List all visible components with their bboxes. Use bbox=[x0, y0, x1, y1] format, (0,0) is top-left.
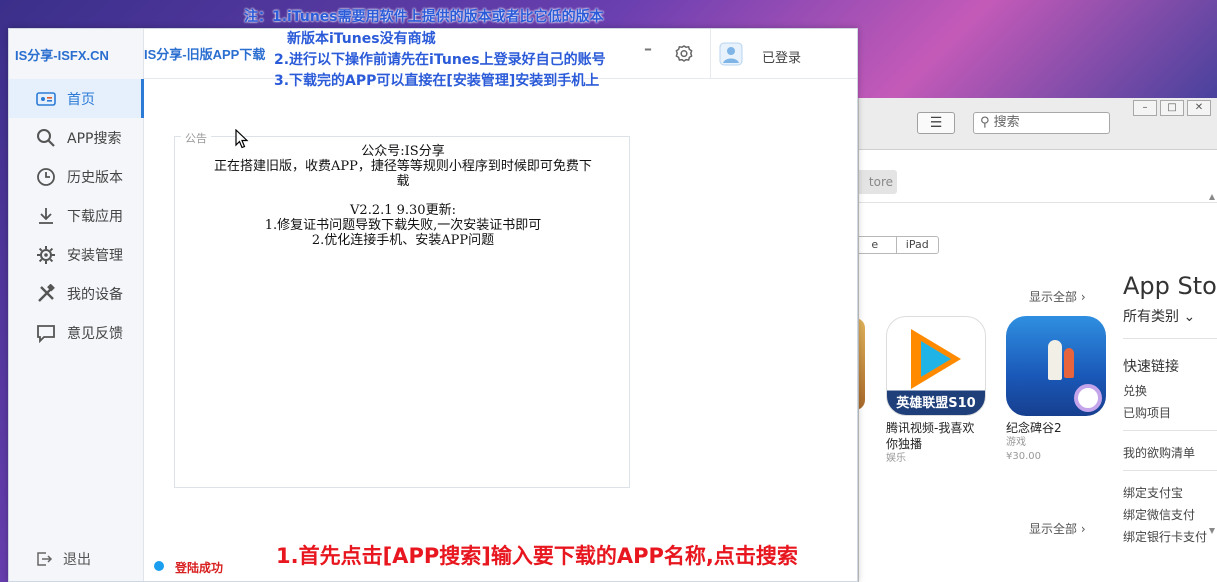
divider bbox=[1123, 338, 1217, 339]
itunes-window: – □ ✕ ☰ ⚲ 搜索 tore e iPad 显示全部 › 英雄联盟S10 … bbox=[858, 98, 1217, 582]
sidebar-item-label: 下载应用 bbox=[67, 208, 123, 225]
redeem-link[interactable]: 兑换 bbox=[1123, 382, 1147, 399]
wishlist-link[interactable]: 我的欲购清单 bbox=[1123, 444, 1195, 461]
divider bbox=[859, 202, 1217, 203]
notice-line: 载 bbox=[396, 174, 410, 189]
divider bbox=[710, 29, 711, 79]
list-view-icon[interactable]: ☰ bbox=[917, 112, 955, 134]
settings-gear-icon[interactable] bbox=[674, 44, 694, 64]
logout-icon bbox=[37, 552, 53, 566]
install-gear-icon bbox=[35, 244, 57, 266]
annotation-line-2: 新版本iTunes没有商城 bbox=[287, 31, 436, 47]
status-text: 登陆成功 bbox=[175, 561, 224, 575]
sidebar-item-label: APP搜索 bbox=[67, 130, 122, 147]
app-card-monument-valley-2[interactable]: 纪念碑谷2 游戏 ¥30.00 bbox=[1006, 316, 1106, 464]
app-card-tencent-video[interactable]: 英雄联盟S10 腾讯视频-我喜欢你独播 娱乐 bbox=[886, 316, 986, 466]
sidebar-item-app-search[interactable]: APP搜索 bbox=[9, 118, 144, 157]
sidebar-item-label: 历史版本 bbox=[67, 169, 123, 186]
scrollbar[interactable] bbox=[1209, 194, 1215, 534]
logout-label: 退出 bbox=[63, 552, 91, 568]
sidebar-item-label: 安装管理 bbox=[67, 247, 123, 264]
search-icon: ⚲ bbox=[980, 115, 994, 130]
notice-line: 2.优化连接手机、安装APP问题 bbox=[311, 233, 495, 248]
brand-logo-text: IS分享-ISFX.CN bbox=[15, 48, 109, 63]
divider bbox=[1123, 470, 1217, 471]
logout-button[interactable]: 退出 bbox=[35, 549, 91, 569]
bank-card-link[interactable]: 绑定银行卡支付 bbox=[1123, 528, 1207, 545]
mouse-cursor-icon bbox=[235, 129, 249, 149]
app-price: ¥30.00 bbox=[1006, 451, 1041, 462]
segment-iphone[interactable]: e bbox=[859, 237, 896, 253]
itunes-window-controls: – □ ✕ bbox=[1133, 100, 1211, 116]
download-icon bbox=[35, 205, 57, 227]
home-icon bbox=[35, 88, 57, 110]
sidebar-item-history[interactable]: 历史版本 bbox=[9, 157, 144, 196]
app-category: 游戏 bbox=[1006, 437, 1026, 448]
sidebar-item-label: 意见反馈 bbox=[67, 325, 123, 342]
annotation-line-3: 2.进行以下操作前请先在iTunes上登录好自己的账号 bbox=[274, 52, 606, 68]
sidebar-item-label: 首页 bbox=[67, 91, 95, 108]
quick-links-heading: 快速链接 bbox=[1123, 359, 1179, 375]
status-indicator-dot bbox=[154, 561, 164, 571]
annotation-line-1: 注：1.iTunes需要用软件上提供的版本或者比它低的版本 bbox=[244, 9, 604, 25]
sidebar-item-home[interactable]: 首页 bbox=[9, 79, 144, 118]
search-placeholder: 搜索 bbox=[993, 115, 1020, 130]
app-name[interactable]: 纪念碑谷2 bbox=[1006, 420, 1106, 436]
clock-icon bbox=[35, 166, 57, 188]
notice-line: 1.修复证书问题导致下载失败,一次安装证书即可 bbox=[264, 218, 542, 233]
minimize-button[interactable]: – bbox=[644, 39, 652, 58]
show-all-link[interactable]: 显示全部 › bbox=[1029, 288, 1086, 305]
annotation-line-4: 3.下载完的APP可以直接在[安装管理]安装到手机上 bbox=[274, 73, 600, 89]
partial-app-icon[interactable] bbox=[859, 318, 865, 410]
itunes-close-button[interactable]: ✕ bbox=[1187, 100, 1211, 116]
sidebar-item-label: 我的设备 bbox=[67, 286, 123, 303]
itunes-store-tab[interactable]: tore bbox=[859, 170, 897, 194]
show-all-link[interactable]: 显示全部 › bbox=[1029, 520, 1086, 537]
itunes-search-input[interactable]: ⚲ 搜索 bbox=[973, 112, 1110, 134]
tencent-video-icon[interactable]: 英雄联盟S10 bbox=[886, 316, 986, 416]
tool-window: IS分享-ISFX.CN 首页 APP搜索 历史版本 下载应用 安装管理 我的设… bbox=[8, 28, 858, 582]
user-status-label[interactable]: 已登录 bbox=[762, 47, 801, 66]
tools-icon bbox=[35, 283, 57, 305]
app-title: IS分享-旧版APP下载 bbox=[144, 47, 266, 62]
itunes-maximize-button[interactable]: □ bbox=[1160, 100, 1184, 116]
notice-content: 公众号:IS分享 正在搭建旧版，收费APP，捷径等等规则小程序到时候即可免费下 … bbox=[183, 144, 623, 248]
alipay-link[interactable]: 绑定支付宝 bbox=[1123, 484, 1183, 501]
segment-ipad[interactable]: iPad bbox=[895, 237, 939, 253]
app-name[interactable]: 腾讯视频-我喜欢你独播 bbox=[886, 420, 986, 452]
app-store-title: App Sto bbox=[1123, 272, 1217, 300]
itunes-toolbar: – □ ✕ ☰ ⚲ 搜索 bbox=[859, 98, 1217, 150]
category-dropdown[interactable]: 所有类别 ⌄ bbox=[1123, 306, 1195, 326]
notice-panel: 公告 公众号:IS分享 正在搭建旧版，收费APP，捷径等等规则小程序到时候即可免… bbox=[174, 130, 630, 488]
sidebar-item-feedback[interactable]: 意见反馈 bbox=[9, 313, 144, 352]
notice-line: 公众号:IS分享 bbox=[361, 144, 445, 159]
sidebar: IS分享-ISFX.CN 首页 APP搜索 历史版本 下载应用 安装管理 我的设… bbox=[9, 29, 144, 581]
itunes-minimize-button[interactable]: – bbox=[1133, 100, 1157, 116]
divider bbox=[1123, 430, 1217, 431]
search-icon bbox=[35, 127, 57, 149]
sidebar-item-my-device[interactable]: 我的设备 bbox=[9, 274, 144, 313]
app-category: 娱乐 bbox=[886, 453, 906, 464]
wechat-pay-link[interactable]: 绑定微信支付 bbox=[1123, 506, 1195, 523]
notice-line: V2.2.1 9.30更新: bbox=[350, 203, 456, 218]
feedback-icon bbox=[35, 322, 57, 344]
sidebar-nav: 首页 APP搜索 历史版本 下载应用 安装管理 我的设备 意见反馈 bbox=[9, 79, 144, 352]
monument-valley-icon[interactable] bbox=[1006, 316, 1106, 416]
device-segment[interactable]: e iPad bbox=[859, 236, 939, 254]
purchased-link[interactable]: 已购项目 bbox=[1123, 404, 1171, 421]
avatar[interactable] bbox=[719, 42, 743, 66]
annotation-step-1: 1.首先点击[APP搜索]输入要下载的APP名称,点击搜索 bbox=[276, 544, 798, 568]
sidebar-item-download[interactable]: 下载应用 bbox=[9, 196, 144, 235]
icon-band-text: 英雄联盟S10 bbox=[896, 396, 976, 411]
notice-line: 正在搭建旧版，收费APP，捷径等等规则小程序到时候即可免费下 bbox=[214, 159, 592, 174]
sidebar-item-install-manager[interactable]: 安装管理 bbox=[9, 235, 144, 274]
